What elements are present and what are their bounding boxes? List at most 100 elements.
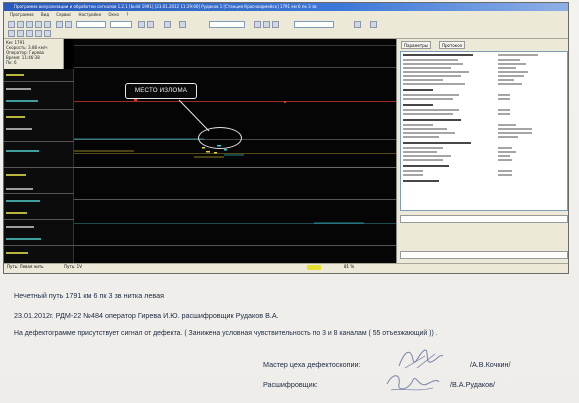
stop-icon[interactable] xyxy=(65,21,72,28)
speed-combo[interactable] xyxy=(209,21,245,28)
channel-label xyxy=(6,115,25,119)
channel-label xyxy=(6,187,33,191)
channel-divider xyxy=(4,219,74,220)
channel-3-icon[interactable] xyxy=(26,30,33,37)
channel-5-icon[interactable] xyxy=(44,30,51,37)
prop-heading xyxy=(403,165,449,167)
channel-divider xyxy=(4,193,74,194)
prop-heading xyxy=(403,104,433,106)
mini-input-field[interactable] xyxy=(400,215,568,223)
tab-protocol[interactable]: Протокол xyxy=(439,41,466,49)
signer-name: /В.А.Рудаков/ xyxy=(450,380,495,389)
channel-4-icon[interactable] xyxy=(35,30,42,37)
prop-key xyxy=(403,174,423,176)
prop-key xyxy=(403,170,423,172)
menu-item-help[interactable]: ? xyxy=(126,12,128,17)
prop-value xyxy=(498,113,510,115)
menu-item-window[interactable]: Окно xyxy=(108,12,119,17)
channel-label xyxy=(6,149,39,153)
save-icon[interactable] xyxy=(17,21,24,28)
status-left-text: Путь: Левая нить xyxy=(7,264,44,269)
defect-blip xyxy=(214,152,217,154)
prop-value xyxy=(498,151,516,153)
prop-value xyxy=(498,128,532,130)
fracture-callout-label: МЕСТО ИЗЛОМА xyxy=(125,83,197,99)
scale-combo[interactable] xyxy=(76,21,106,28)
menu-bar: Программа Вид Сервис Настройки Окно ? xyxy=(4,11,568,18)
grid-icon[interactable] xyxy=(263,21,270,28)
inspection-details-line: 23.01.2012г. РДМ-22 №484 оператор Гирева… xyxy=(14,311,279,320)
channel-divider xyxy=(4,81,74,82)
menu-item-view[interactable]: Вид xyxy=(41,12,49,17)
prop-key xyxy=(403,132,455,134)
channel-divider xyxy=(4,109,74,110)
defectogram-plot[interactable] xyxy=(74,39,396,263)
properties-panel: Параметры Протокол xyxy=(396,39,568,263)
open-file-icon[interactable] xyxy=(8,21,15,28)
mini-input-field[interactable] xyxy=(400,251,568,259)
prop-key xyxy=(403,75,461,77)
prop-key xyxy=(403,113,453,115)
defect-blip xyxy=(284,101,286,103)
info-icon[interactable] xyxy=(370,21,377,28)
menu-item-program[interactable]: Программа xyxy=(10,12,34,17)
document-page: Программа визуализации и обработки сигна… xyxy=(0,0,579,403)
prop-key xyxy=(403,128,447,130)
prop-key xyxy=(403,98,453,100)
prop-value xyxy=(498,54,538,56)
play-icon[interactable] xyxy=(56,21,63,28)
info-line: Пк: 6 xyxy=(6,60,17,65)
channel-label xyxy=(6,237,41,241)
arrow-left-icon[interactable] xyxy=(138,21,145,28)
signer-role: Расшифровщик: xyxy=(263,380,318,389)
prop-key xyxy=(403,71,469,73)
channel-label xyxy=(6,173,26,177)
prop-key xyxy=(403,59,458,61)
prop-value xyxy=(498,71,528,73)
prop-value xyxy=(498,170,512,172)
prop-value xyxy=(498,132,532,134)
menu-item-settings[interactable]: Настройки xyxy=(78,12,101,17)
prop-value xyxy=(498,155,510,157)
tab-parameters[interactable]: Параметры xyxy=(401,41,431,49)
channel-1-icon[interactable] xyxy=(8,30,15,37)
measure-icon[interactable] xyxy=(179,21,186,28)
filter-icon[interactable] xyxy=(254,21,261,28)
handwritten-signature xyxy=(398,349,444,369)
find-icon[interactable] xyxy=(354,21,361,28)
settings-icon[interactable] xyxy=(272,21,279,28)
prop-key xyxy=(403,83,465,85)
prop-key xyxy=(403,109,459,111)
channel-label xyxy=(6,127,32,131)
channel-divider xyxy=(4,141,74,142)
channel-combo[interactable] xyxy=(110,21,132,28)
zoom-out-icon[interactable] xyxy=(44,21,51,28)
prop-key xyxy=(403,147,443,149)
marker-icon[interactable] xyxy=(164,21,171,28)
status-mid-text: Путь: 1V xyxy=(64,264,82,269)
defect-blip xyxy=(206,151,210,153)
channel-2-icon[interactable] xyxy=(17,30,24,37)
signal-traces xyxy=(74,99,364,224)
defect-description-line: На дефектограмме присутствует сигнал от … xyxy=(14,330,438,337)
defect-blip xyxy=(202,147,205,149)
signer-role: Мастер цеха дефектоскопии: xyxy=(263,360,361,369)
prop-key xyxy=(403,159,443,161)
arrow-right-icon[interactable] xyxy=(147,21,154,28)
defectogram-screenshot: Программа визуализации и обработки сигна… xyxy=(3,2,569,274)
channel-label xyxy=(6,87,31,91)
prop-key xyxy=(403,136,439,138)
zoom-in-icon[interactable] xyxy=(35,21,42,28)
prop-heading xyxy=(403,54,473,56)
print-icon[interactable] xyxy=(26,21,33,28)
search-combo[interactable] xyxy=(294,21,334,28)
prop-value xyxy=(498,109,510,111)
status-right-text: 81 % xyxy=(344,264,355,269)
channel-label xyxy=(6,73,24,77)
menu-item-service[interactable]: Сервис xyxy=(56,12,71,17)
prop-value xyxy=(498,98,510,100)
channel-divider xyxy=(4,167,74,168)
channel-divider xyxy=(4,245,74,246)
defect-blip xyxy=(134,99,137,101)
prop-key xyxy=(403,155,451,157)
